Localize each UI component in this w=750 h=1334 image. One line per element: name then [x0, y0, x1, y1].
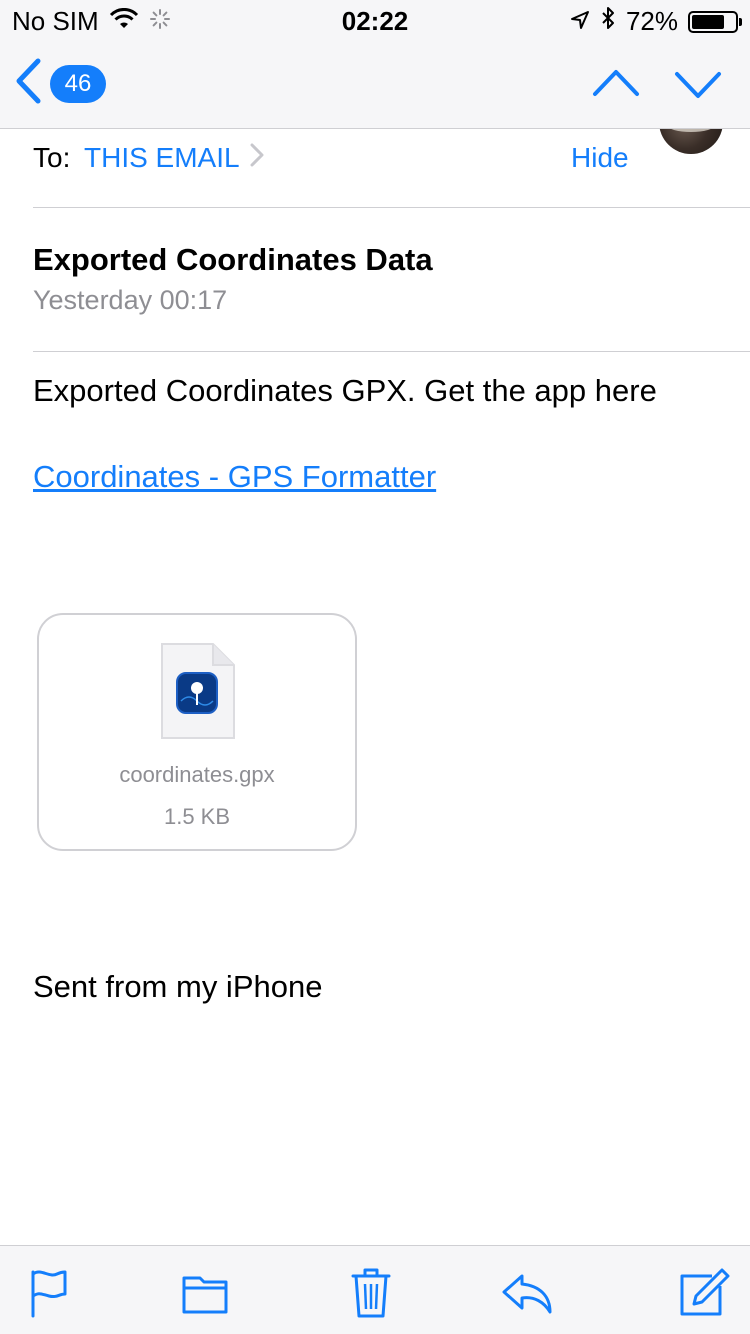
previous-message-button[interactable]: [592, 64, 640, 104]
attachment-filename: coordinates.gpx: [119, 762, 275, 787]
to-label: To:: [33, 142, 71, 173]
bluetooth-icon: [600, 6, 616, 37]
attachment-card[interactable]: coordinates.gpx 1.5 KB: [37, 613, 357, 851]
message-body-text: Exported Coordinates GPX. Get the app he…: [33, 373, 657, 408]
attachment-size: 1.5 KB: [163, 804, 231, 829]
bottom-toolbar: [0, 1245, 750, 1334]
move-to-folder-button[interactable]: [176, 1264, 236, 1320]
folder-icon: [182, 1276, 228, 1314]
message-signature: Sent from my iPhone: [33, 969, 323, 1004]
battery-percent: 72%: [625, 6, 678, 36]
flag-button[interactable]: [19, 1264, 79, 1320]
recipient-link[interactable]: THIS EMAIL: [84, 142, 264, 174]
hide-details-button[interactable]: Hide: [571, 142, 629, 174]
header-divider: [33, 207, 750, 208]
top-bar: No SIM 02:22 72% 46: [0, 0, 750, 129]
chevron-right-icon: [250, 142, 264, 174]
navigation-bar: 46: [0, 40, 750, 128]
back-button[interactable]: 46: [14, 58, 106, 109]
previous-message-icon: [593, 70, 639, 96]
trash-button[interactable]: [341, 1264, 401, 1320]
next-message-icon: [675, 72, 721, 98]
message-date: Yesterday 00:17: [33, 285, 228, 315]
app-store-link[interactable]: Coordinates - GPS Formatter: [33, 459, 436, 495]
reply-button[interactable]: [498, 1264, 558, 1320]
status-bar: No SIM 02:22 72%: [0, 0, 750, 40]
unread-count-badge: 46: [50, 64, 106, 103]
next-message-button[interactable]: [674, 64, 722, 104]
location-arrow-icon: [570, 6, 590, 37]
reply-icon: [502, 1274, 552, 1314]
subject-divider: [33, 351, 750, 352]
message-subject: Exported Coordinates Data: [33, 242, 433, 277]
status-right: 72%: [570, 6, 742, 37]
flag-icon: [31, 1270, 67, 1318]
mail-message-screen: No SIM 02:22 72% 46 To: THIS EMAIL Hide …: [0, 0, 750, 1334]
gpx-file-icon: [161, 643, 235, 739]
recipient-name: THIS EMAIL: [84, 142, 240, 173]
battery-icon: [688, 10, 742, 33]
to-row: To: THIS EMAIL Hide: [33, 136, 750, 206]
compose-button[interactable]: [674, 1264, 734, 1320]
compose-icon: [680, 1268, 730, 1316]
back-chevron-icon: [14, 58, 42, 109]
trash-icon: [351, 1268, 391, 1318]
